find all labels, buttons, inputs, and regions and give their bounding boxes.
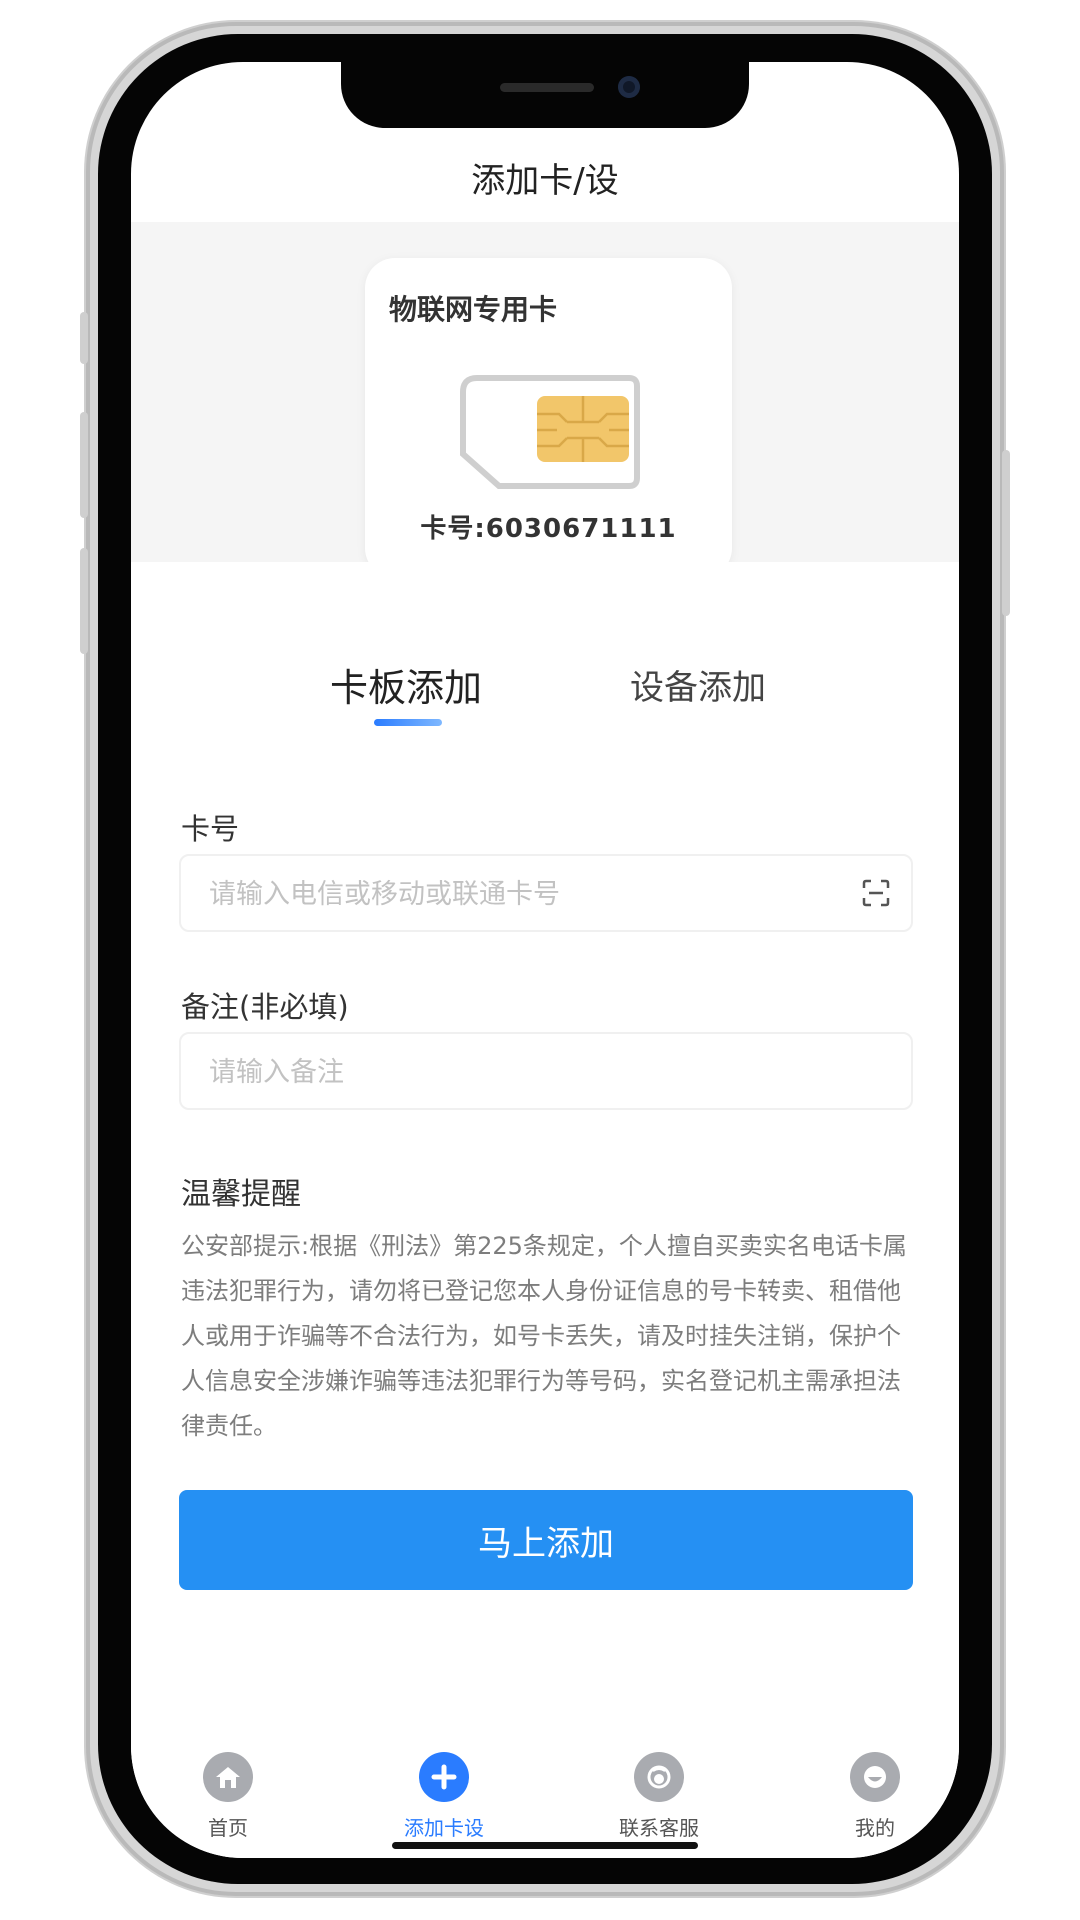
profile-icon	[850, 1752, 900, 1802]
nav-label-add-card: 添加卡设	[404, 1816, 484, 1840]
tab-card-add[interactable]: 卡板添加	[330, 657, 482, 712]
card-number-field-box	[179, 854, 913, 932]
speaker	[500, 83, 594, 92]
tab-active-indicator	[374, 719, 442, 726]
nav-item-add-card[interactable]: 添加卡设	[374, 1752, 514, 1841]
customer-service-icon	[634, 1752, 684, 1802]
nav-label-profile: 我的	[855, 1816, 895, 1840]
sim-card-preview: 物联网专用卡 卡号:6030671111	[365, 258, 732, 578]
home-indicator	[392, 1842, 698, 1849]
card-number-label: 卡号	[181, 812, 240, 846]
remark-field-box	[179, 1032, 913, 1110]
nav-item-profile[interactable]: 我的	[805, 1752, 945, 1841]
volume-down-button	[80, 548, 88, 654]
nav-item-customer-service[interactable]: 联系客服	[589, 1752, 729, 1841]
scan-icon[interactable]	[861, 878, 891, 908]
remark-label: 备注(非必填)	[181, 990, 349, 1024]
page-title: 添加卡/设	[471, 161, 619, 201]
power-button	[1002, 450, 1010, 616]
notch	[341, 62, 749, 128]
tab-device-add[interactable]: 设备添加	[630, 660, 766, 709]
app-screen: 添加卡/设 物联网专用卡 卡号:6030671111 卡板添加 设备添加 卡号	[131, 62, 959, 1858]
mute-switch	[80, 312, 88, 364]
sim-chip-icon	[459, 374, 641, 490]
volume-up-button	[80, 412, 88, 518]
remark-input[interactable]	[207, 1034, 831, 1110]
front-camera	[618, 76, 640, 98]
nav-item-home[interactable]: 首页	[158, 1752, 298, 1841]
nav-label-customer-service: 联系客服	[619, 1816, 699, 1840]
tips-text: 公安部提示:根据《刑法》第225条规定，个人擅自买卖实名电话卡属违法犯罪行为，请…	[181, 1232, 907, 1440]
nav-label-home: 首页	[208, 1816, 248, 1840]
add-now-button[interactable]: 马上添加	[179, 1490, 913, 1590]
home-icon	[203, 1752, 253, 1802]
sim-card-title: 物联网专用卡	[389, 293, 558, 326]
tips-title: 温馨提醒	[181, 1177, 301, 1212]
plus-icon	[419, 1752, 469, 1802]
card-number-input[interactable]	[207, 856, 831, 932]
sim-card-number: 卡号:6030671111	[420, 514, 677, 544]
